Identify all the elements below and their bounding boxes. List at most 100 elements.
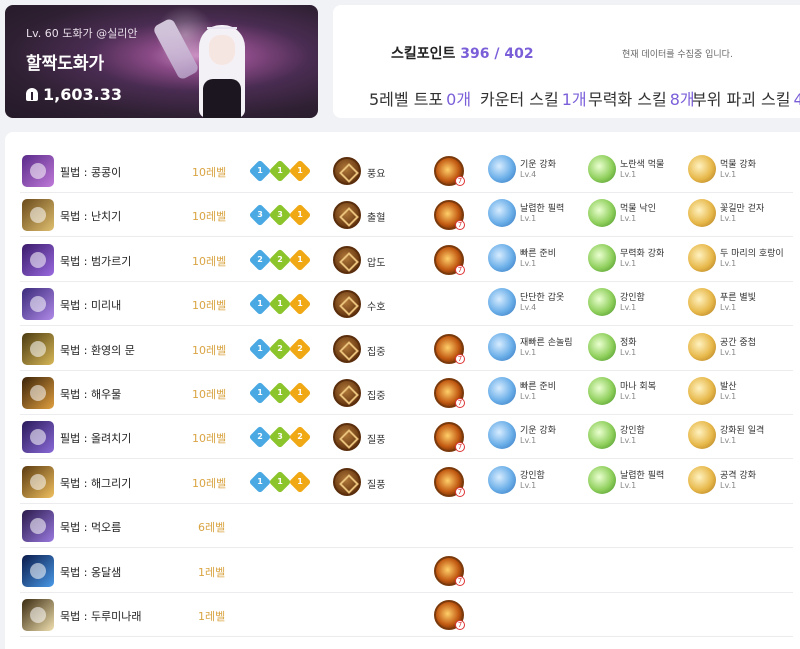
rune-icon[interactable] [333, 334, 361, 363]
skill-row[interactable]: 묵법 : 해우물 10레벨 1 1 1 집중 7 빠른 준비 Lv.1 마나 회복 Lv.1 발산 Lv… [20, 371, 793, 415]
skill-name: 묵법 : 먹오름 [60, 521, 122, 535]
rune-icon[interactable] [333, 467, 361, 496]
tripod-name: 강인함 [520, 470, 545, 481]
gem-slot-icon[interactable]: 7 [434, 600, 465, 630]
tripod[interactable]: 먹물 낙인 Lv.1 [588, 199, 688, 231]
tripod-level: Lv.1 [520, 258, 537, 268]
gem-slot-icon[interactable]: 7 [434, 244, 465, 275]
rune-icon[interactable] [333, 379, 361, 407]
tripod[interactable]: 기운 강화 Lv.1 [488, 421, 588, 453]
avatar-face [209, 35, 235, 65]
tripod-gem: 2 [248, 248, 272, 272]
rune-name: 집중 [367, 391, 386, 402]
tripod[interactable]: 빠른 준비 Lv.1 [488, 243, 588, 276]
tripod[interactable]: 정화 Lv.1 [588, 332, 688, 365]
skill-level: 10레벨 [192, 166, 227, 179]
rune-icon[interactable] [333, 201, 361, 230]
tripod[interactable]: 공격 강화 Lv.1 [688, 465, 788, 498]
skill-row[interactable]: 묵법 : 환영의 문 10레벨 1 2 2 집중 7 재빠른 손놀림 Lv.1 정화 Lv.1 공간 … [20, 327, 793, 371]
skill-row[interactable]: 필법 : 콩콩이 10레벨 1 1 1 풍요 7 기운 강화 Lv.4 노란색 먹물 Lv.1 먹물 … [20, 149, 793, 193]
skill-icon[interactable] [22, 155, 54, 187]
gem-slot-icon[interactable]: 7 [434, 466, 465, 497]
rune-name: 풍요 [367, 169, 386, 180]
skill-icon[interactable] [22, 510, 54, 543]
gem-slot-icon[interactable]: 7 [434, 378, 465, 408]
tripod-gem: 1 [288, 248, 312, 272]
skill-icon[interactable] [22, 599, 54, 631]
gem-slot-icon[interactable]: 7 [434, 422, 465, 453]
skill-icon[interactable] [22, 243, 54, 276]
tripod[interactable]: 재빠른 손놀림 Lv.1 [488, 332, 588, 365]
tripod[interactable]: 노란색 먹물 Lv.1 [588, 155, 688, 187]
tripod[interactable]: 발산 Lv.1 [688, 377, 788, 409]
tripod-icon [488, 421, 516, 450]
skill-icon[interactable] [22, 199, 54, 232]
gem-slot-icon[interactable]: 7 [434, 200, 465, 231]
tripod-gem-value: 3 [257, 210, 263, 220]
skill-level: 10레벨 [192, 388, 227, 401]
skill-point-total: / 402 [494, 46, 534, 62]
tripod[interactable]: 날렵한 필력 Lv.1 [588, 465, 688, 498]
tripod[interactable]: 무력화 강화 Lv.1 [588, 243, 688, 276]
skill-row[interactable]: 묵법 : 난치기 10레벨 3 3 1 출혈 7 날렵한 필력 Lv.1 먹물 낙인 Lv.1 꽃길만… [20, 193, 793, 238]
skill-icon[interactable] [22, 332, 54, 365]
tripod-name: 두 마리의 호랑이 [720, 248, 784, 259]
tripod[interactable]: 날렵한 필력 Lv.1 [488, 199, 588, 231]
tripod-name: 강인함 [620, 293, 645, 304]
gem-slot-icon[interactable]: 7 [434, 555, 465, 586]
skill-row[interactable]: 묵법 : 옹달샘 1레벨 7 [20, 549, 793, 593]
combat-power-value: 1,603.33 [43, 85, 122, 104]
tripod[interactable]: 강화된 일격 Lv.1 [688, 421, 788, 453]
tripod-level-gems: 2 2 1 [248, 248, 312, 272]
skill-level: 1레벨 [198, 565, 226, 579]
skill-icon-highlight [30, 296, 46, 313]
tripod[interactable]: 두 마리의 호랑이 Lv.1 [688, 243, 788, 276]
tripod-level: Lv.1 [520, 436, 537, 446]
tripod-gem: 1 [248, 337, 272, 360]
skill-icon-highlight [30, 340, 46, 357]
skill-row[interactable]: 묵법 : 두루미나래 1레벨 7 [20, 593, 793, 637]
rune-icon[interactable] [333, 245, 361, 274]
tripod-level: Lv.1 [620, 214, 637, 224]
tripod[interactable]: 공간 중첩 Lv.1 [688, 332, 788, 365]
gem-level-badge-icon: 7 [455, 220, 465, 231]
skill-icon[interactable] [22, 421, 54, 454]
rune-icon[interactable] [333, 290, 361, 319]
tripod[interactable]: 푸른 별빛 Lv.1 [688, 288, 788, 320]
tripod[interactable]: 강인함 Lv.1 [588, 288, 688, 320]
skill-icon[interactable] [22, 377, 54, 409]
tripod[interactable]: 빠른 준비 Lv.1 [488, 377, 588, 409]
tripod-icon [588, 199, 616, 228]
tripod-level: Lv.1 [620, 170, 637, 179]
skill-row[interactable]: 묵법 : 해그리기 10레벨 1 1 1 질풍 7 강인함 Lv.1 날렵한 필력 Lv.1 공격 강… [20, 460, 793, 504]
skill-row[interactable]: 묵법 : 먹오름 6레벨 [20, 504, 793, 549]
tripod-gem-value: 2 [257, 254, 263, 264]
skill-row[interactable]: 묵법 : 범가르기 10레벨 2 2 1 압도 7 빠른 준비 Lv.1 무력화 강화 Lv.1 두 … [20, 238, 793, 282]
tripod[interactable]: 먹물 강화 Lv.1 [688, 155, 788, 187]
tripod-gem-value: 3 [277, 432, 283, 442]
gem-level-badge-icon: 7 [455, 620, 465, 630]
tripod[interactable]: 꽃길만 걷자 Lv.1 [688, 199, 788, 231]
skill-row[interactable]: 묵법 : 미리내 10레벨 1 1 1 수호 단단한 갑옷 Lv.4 강인함 Lv.1 푸른 별빛 L… [20, 282, 793, 327]
gem-slot-icon[interactable]: 7 [434, 156, 465, 186]
tripod[interactable]: 마나 회복 Lv.1 [588, 377, 688, 409]
skill-icon[interactable] [22, 554, 54, 587]
rune-icon[interactable] [333, 157, 361, 185]
tripod[interactable]: 강인함 Lv.1 [588, 421, 688, 453]
skill-icon[interactable] [22, 465, 54, 498]
tripod-name: 마나 회복 [620, 382, 656, 392]
gem-slot-icon[interactable]: 7 [434, 333, 465, 364]
tripod[interactable]: 강인함 Lv.1 [488, 465, 588, 498]
tripod[interactable]: 단단한 갑옷 Lv.4 [488, 288, 588, 320]
character-avatar [185, 13, 265, 118]
skill-point-label: 스킬포인트 [391, 46, 456, 62]
rune-name: 집중 [367, 346, 386, 358]
tripod-gem-value: 1 [257, 166, 263, 175]
tripod-gem: 1 [268, 470, 292, 494]
skill-row[interactable]: 필법 : 올려치기 10레벨 2 3 2 질풍 7 기운 강화 Lv.1 강인함 Lv.1 강화된 일… [20, 415, 793, 460]
tripod-name: 날렵한 필력 [620, 470, 665, 481]
rune-icon[interactable] [333, 423, 361, 452]
tripod-name: 날렵한 필력 [520, 204, 565, 215]
tripod[interactable]: 기운 강화 Lv.4 [488, 155, 588, 187]
skill-icon[interactable] [22, 288, 54, 321]
